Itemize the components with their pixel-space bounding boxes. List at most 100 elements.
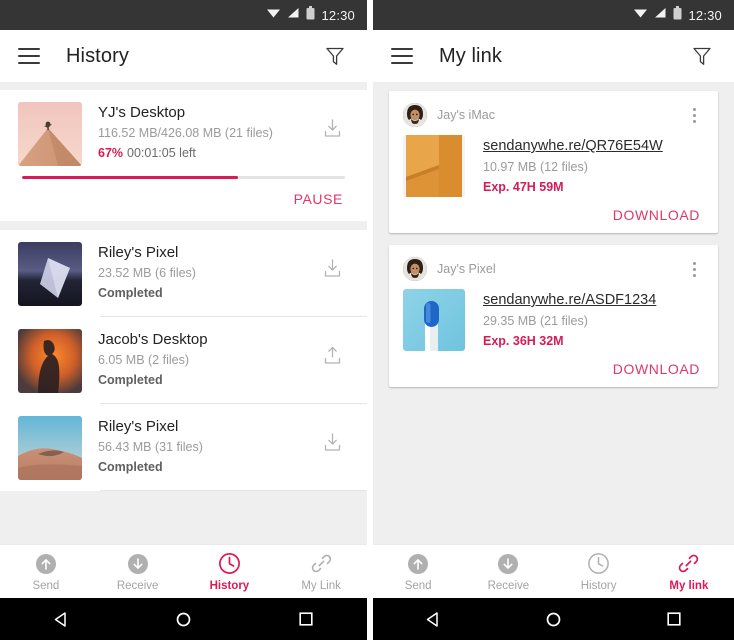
home-circle-icon[interactable] (161, 598, 205, 640)
item-status: Completed (98, 286, 163, 300)
signal-icon (654, 6, 667, 24)
tab-my-link[interactable]: My Link (275, 545, 367, 598)
download-icon[interactable] (315, 242, 349, 279)
link-expiry: Exp. 36H 32M (483, 334, 564, 348)
tab-send[interactable]: Send (0, 545, 92, 598)
transfer-row[interactable]: YJ's Desktop 116.52 MB/426.08 MB (21 fil… (0, 90, 367, 176)
tab-receive[interactable]: Receive (92, 545, 184, 598)
tab-label: My Link (301, 579, 341, 592)
link-info: sendanywhe.re/ASDF1234 29.35 MB (21 file… (465, 289, 704, 351)
clock-icon (587, 552, 611, 576)
item-size: 23.52 MB (6 files) (98, 266, 196, 280)
link-size: 10.97 MB (12 files) (483, 160, 588, 174)
filter-icon[interactable] (321, 42, 349, 70)
card-body: sendanywhe.re/QR76E54W 10.97 MB (12 file… (403, 135, 704, 197)
clock-icon (217, 552, 241, 576)
tab-label: History (209, 579, 250, 592)
app-bar: My link (373, 30, 734, 82)
completed-transfers: Riley's Pixel 23.52 MB (6 files) Complet… (0, 230, 367, 491)
pause-button[interactable]: PAUSE (294, 191, 343, 207)
phone-my-link-screen: 12:30 My link Jay's iMac sendanywhe.re/Q… (367, 0, 734, 640)
transfer-size: 116.52 MB/426.08 MB (21 files) (98, 126, 273, 140)
download-circle-icon (496, 552, 520, 576)
progress-bar (0, 176, 367, 179)
app-bar: History (0, 30, 367, 82)
tab-label: Receive (116, 579, 159, 592)
item-title: Riley's Pixel (98, 418, 179, 435)
hamburger-icon[interactable] (18, 48, 40, 64)
transfer-percent: 67% (98, 146, 124, 160)
home-circle-icon[interactable] (531, 598, 575, 640)
tab-receive[interactable]: Receive (463, 545, 553, 598)
tab-label: Send (404, 579, 432, 592)
tab-send[interactable]: Send (373, 545, 463, 598)
transfer-time-left: 00:01:05 left (127, 146, 196, 160)
recents-square-icon[interactable] (284, 598, 328, 640)
link-url[interactable]: sendanywhe.re/QR76E54W (483, 136, 663, 156)
item-size: 6.05 MB (2 files) (98, 353, 190, 367)
bottom-tab-bar: Send Receive History (373, 544, 734, 598)
download-button[interactable]: DOWNLOAD (613, 207, 700, 223)
battery-icon (306, 5, 315, 25)
upload-icon[interactable] (315, 329, 349, 366)
card-owner: Jay's iMac (437, 108, 495, 122)
item-thumbnail (18, 329, 82, 393)
my-link-list[interactable]: Jay's iMac sendanywhe.re/QR76E54W 10.97 … (373, 82, 734, 544)
progress-fill (22, 176, 239, 179)
link-icon (309, 552, 333, 576)
link-url[interactable]: sendanywhe.re/ASDF1234 (483, 290, 656, 310)
list-divider (100, 490, 367, 491)
hamburger-icon[interactable] (391, 48, 413, 64)
link-size: 29.35 MB (21 files) (483, 314, 588, 328)
back-triangle-icon[interactable] (39, 598, 83, 640)
wifi-icon (266, 6, 281, 24)
status-bar: 12:30 (0, 0, 367, 30)
back-triangle-icon[interactable] (411, 598, 455, 640)
download-button[interactable]: DOWNLOAD (613, 361, 700, 377)
list-item[interactable]: Jay's iMac sendanywhe.re/QR76E54W 10.97 … (389, 91, 718, 233)
status-bar-clock: 12:30 (688, 7, 722, 23)
download-circle-icon (126, 552, 150, 576)
section-gap (0, 221, 367, 230)
active-transfer-card[interactable]: YJ's Desktop 116.52 MB/426.08 MB (21 fil… (0, 90, 367, 221)
card-header: Jay's iMac (403, 103, 704, 127)
table-row[interactable]: Riley's Pixel 56.43 MB (31 files) Comple… (0, 404, 367, 490)
item-thumbnail (18, 416, 82, 480)
tab-label: Send (32, 579, 60, 592)
table-row[interactable]: Jacob's Desktop 6.05 MB (2 files) Comple… (0, 317, 367, 403)
transfer-info: YJ's Desktop 116.52 MB/426.08 MB (21 fil… (82, 102, 315, 163)
item-info: Riley's Pixel 56.43 MB (31 files) Comple… (82, 416, 315, 477)
tab-history[interactable]: History (554, 545, 644, 598)
link-thumbnail (403, 135, 465, 197)
link-thumbnail (403, 289, 465, 351)
download-icon[interactable] (315, 416, 349, 453)
list-item[interactable]: Jay's Pixel sendanywhe.re/ASDF1234 29.35… (389, 245, 718, 387)
history-list[interactable]: YJ's Desktop 116.52 MB/426.08 MB (21 fil… (0, 82, 367, 544)
android-navigation-bar (0, 598, 367, 640)
signal-icon (287, 6, 300, 24)
list-top-gap (0, 82, 367, 90)
link-cards-container: Jay's iMac sendanywhe.re/QR76E54W 10.97 … (373, 82, 734, 544)
transfer-progress-text: 67% 00:01:05 left (98, 144, 315, 163)
upload-circle-icon (406, 552, 430, 576)
card-header: Jay's Pixel (403, 257, 704, 281)
tab-history[interactable]: History (184, 545, 276, 598)
dual-phone-screenshot: 12:30 History YJ's Desktop 116.52 MB/426… (0, 0, 734, 640)
recents-square-icon[interactable] (652, 598, 696, 640)
tab-label: Receive (487, 579, 530, 592)
table-row[interactable]: Riley's Pixel 23.52 MB (6 files) Complet… (0, 230, 367, 316)
kebab-menu-icon[interactable] (684, 259, 704, 280)
android-navigation-bar (373, 598, 734, 640)
kebab-menu-icon[interactable] (684, 105, 704, 126)
item-thumbnail (18, 242, 82, 306)
transfer-title: YJ's Desktop (98, 104, 186, 121)
download-icon[interactable] (315, 102, 349, 139)
card-body: sendanywhe.re/ASDF1234 29.35 MB (21 file… (403, 289, 704, 351)
filter-icon[interactable] (688, 42, 716, 70)
link-icon (677, 552, 701, 576)
card-footer: DOWNLOAD (403, 351, 704, 377)
item-title: Jacob's Desktop (98, 331, 208, 348)
tab-my-link[interactable]: My link (644, 545, 734, 598)
avatar (403, 103, 427, 127)
status-bar-clock: 12:30 (321, 7, 355, 23)
